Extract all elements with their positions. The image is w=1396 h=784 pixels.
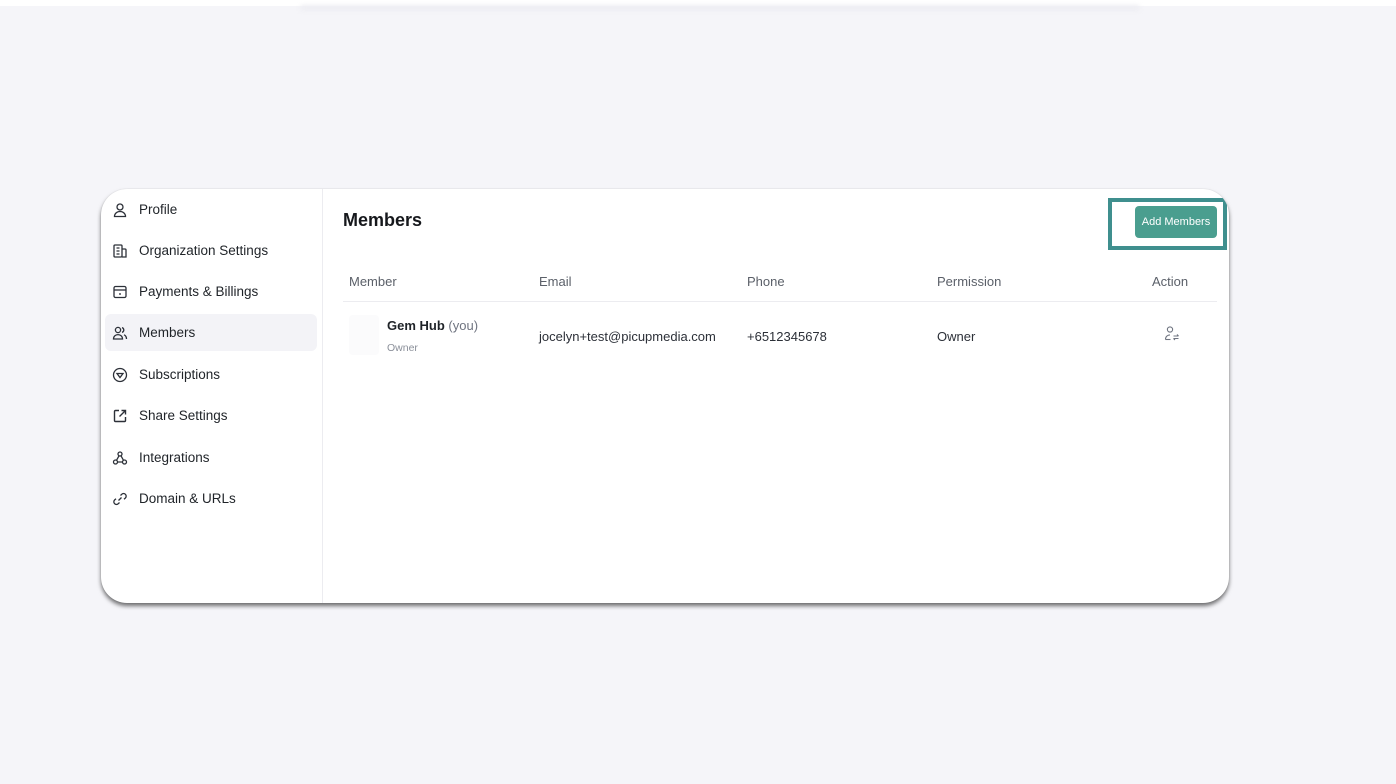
column-header-action: Action: [1152, 274, 1189, 289]
sidebar-item-label: Integrations: [139, 450, 210, 465]
link-icon: [112, 491, 128, 507]
column-header-permission: Permission: [937, 274, 1002, 289]
page-title: Members: [343, 210, 423, 230]
user-switch-icon[interactable]: [1163, 325, 1181, 343]
sidebar-item-label: Organization Settings: [139, 243, 269, 258]
member-phone: +6512345678: [747, 329, 827, 344]
sidebar-item-domain-urls[interactable]: Domain & URLs: [105, 480, 317, 517]
top-edge: [0, 0, 1396, 11]
sidebar-item-label: Members: [139, 325, 196, 340]
sidebar-item-profile[interactable]: Profile: [105, 191, 317, 228]
you-tag: (you): [448, 318, 479, 333]
member-email: jocelyn+test@picupmedia.com: [539, 329, 716, 344]
member-permission: Owner: [937, 329, 976, 344]
members-content: Members Add Members Member Email Phone P…: [323, 189, 1229, 603]
avatar: [349, 315, 379, 355]
sidebar-item-share-settings[interactable]: Share Settings: [105, 397, 317, 434]
sidebar-item-label: Profile: [139, 202, 178, 217]
table-row: Gem Hub (you) Owner jocelyn+test@picupme…: [343, 302, 1217, 368]
users-icon: [112, 325, 128, 341]
sidebar-item-label: Subscriptions: [139, 367, 221, 382]
wallet-icon: [112, 284, 128, 300]
column-header-phone: Phone: [747, 274, 785, 289]
sidebar-item-organization-settings[interactable]: Organization Settings: [105, 232, 317, 269]
sidebar-item-label: Domain & URLs: [139, 491, 236, 506]
column-header-email: Email: [539, 274, 572, 289]
sidebar-item-integrations[interactable]: Integrations: [105, 439, 317, 476]
members-table-header: Member Email Phone Permission Action: [343, 265, 1217, 302]
member-name-cell: Gem Hub (you): [387, 318, 478, 333]
sidebar-item-label: Payments & Billings: [139, 284, 259, 299]
member-role: Owner: [387, 342, 418, 354]
user-icon: [112, 202, 128, 218]
building-icon: [112, 243, 128, 259]
sidebar-item-payments-billings[interactable]: Payments & Billings: [105, 273, 317, 310]
webhook-icon: [112, 450, 128, 466]
top-edge-shadow: [300, 5, 1140, 11]
sidebar-item-subscriptions[interactable]: Subscriptions: [105, 356, 317, 393]
settings-sidebar: Profile Organization Settings Payments &…: [101, 189, 323, 603]
sidebar-item-label: Share Settings: [139, 408, 228, 423]
column-header-member: Member: [349, 274, 397, 289]
sidebar-item-members[interactable]: Members: [105, 314, 317, 351]
diamond-icon: [112, 367, 128, 383]
settings-panel: Profile Organization Settings Payments &…: [101, 189, 1229, 603]
member-name: Gem Hub: [387, 318, 445, 333]
external-link-icon: [112, 408, 128, 424]
add-members-button[interactable]: Add Members: [1135, 206, 1217, 238]
